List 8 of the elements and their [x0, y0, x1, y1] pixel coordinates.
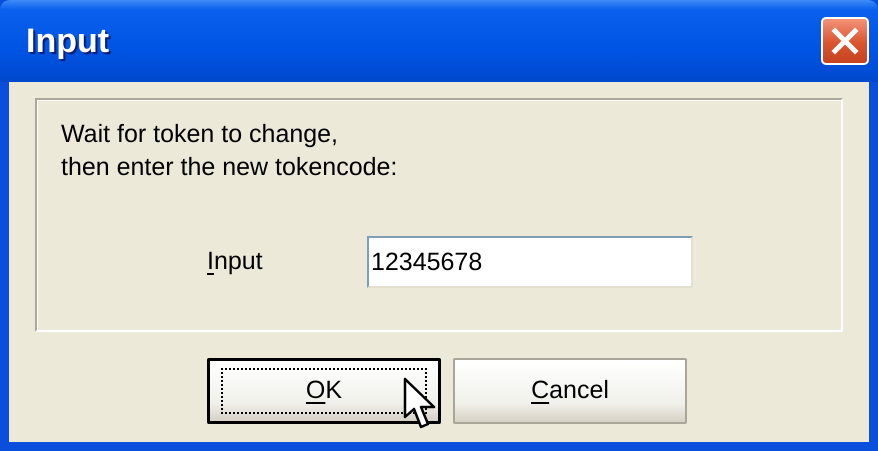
input-label: Input [207, 246, 264, 278]
close-button[interactable] [821, 17, 869, 65]
close-icon [831, 27, 859, 55]
cancel-button[interactable]: Cancel [453, 358, 687, 424]
input-field[interactable]: 12345678 [367, 236, 693, 288]
ok-button[interactable]: OK [207, 358, 441, 424]
window-title: Input [26, 20, 110, 62]
instruction-text: Wait for token to change, then enter the new tokencode: [61, 119, 398, 183]
